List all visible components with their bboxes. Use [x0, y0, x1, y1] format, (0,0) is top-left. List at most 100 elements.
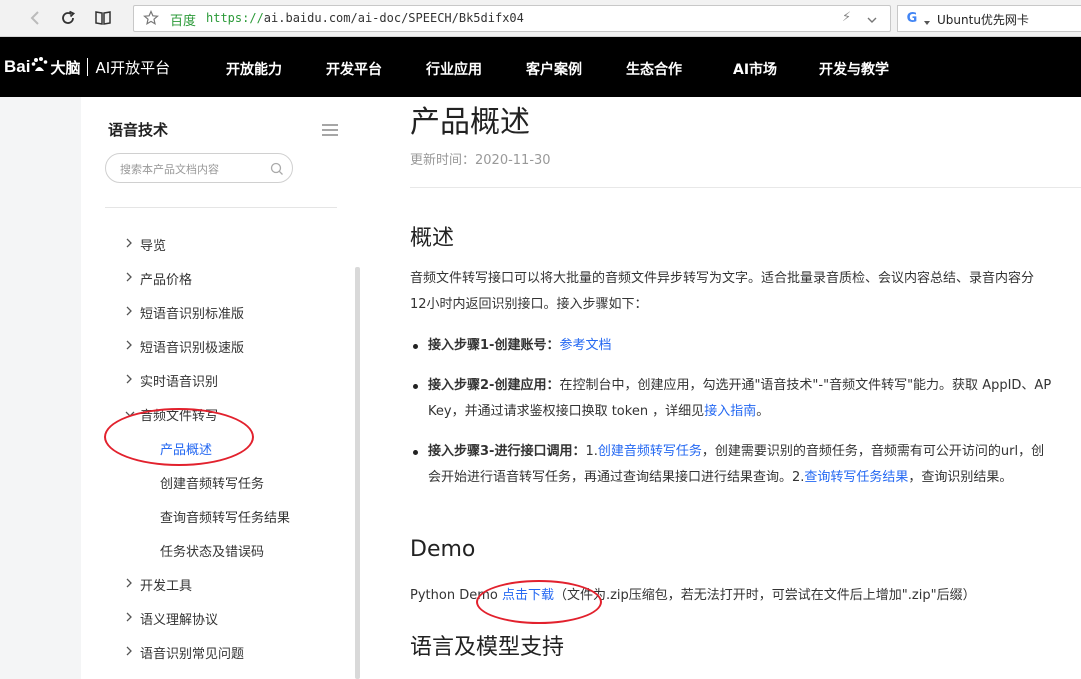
step-2-label: 接入步骤2-创建应用：: [428, 378, 560, 393]
access-guide-link[interactable]: 接入指南: [704, 404, 756, 419]
google-icon[interactable]: G: [904, 10, 920, 26]
sidebar-item-label: 查询音频转写任务结果: [160, 511, 291, 526]
sidebar-item-label: 短语音识别极速版: [140, 341, 245, 356]
sidebar-divider: [105, 207, 337, 208]
topnav-dev-platform[interactable]: 开发平台: [326, 59, 382, 79]
step-2-text-2: Key，并通过请求鉴权接口换取 token ，详细见: [428, 404, 705, 419]
sidebar-item-query-result[interactable]: 查询音频转写任务结果: [160, 507, 290, 526]
sidebar-item-label: 语音识别常见问题: [140, 647, 245, 662]
chevron-right-icon: [125, 305, 137, 320]
sidebar-item-label: 任务状态及错误码: [160, 545, 265, 560]
overview-heading: 概述: [410, 226, 455, 251]
demo-suffix: （文件为.zip压缩包，若无法打开时，可尝试在文件后上增加".zip"后缀）: [553, 588, 976, 603]
sidebar-item-label: 创建音频转写任务: [160, 477, 265, 492]
step-1-label: 接入步骤1-创建账号：: [428, 338, 560, 353]
sidebar-item-label: 语义理解协议: [140, 613, 219, 628]
bullet-dot: [413, 344, 418, 349]
doc-sidebar: 语音技术 搜索本产品文档内容 导览 产品价格 短语音识别标准版 短语音识别极速版…: [81, 97, 360, 679]
chevron-right-icon: [125, 577, 137, 592]
create-task-link[interactable]: 创建音频转写任务: [598, 444, 702, 459]
bullet-dot: [413, 450, 418, 455]
step-3-end: ，查询识别结果。: [908, 470, 1013, 485]
search-query[interactable]: Ubuntu优先网卡: [937, 11, 1029, 28]
step-3-text: ，创建需要识别的音频任务，音频需有可公开访问的url，创: [701, 444, 1045, 459]
logo-bai: Bai: [4, 57, 31, 76]
browser-toolbar: 百度 https://ai.baidu.com/ai-doc/SPEECH/Bk…: [0, 0, 1081, 37]
chevron-right-icon: [125, 339, 137, 354]
reference-doc-link[interactable]: 参考文档: [559, 338, 611, 353]
intro-line-1: 音频文件转写接口可以将大批量的音频文件异步转写为文字。适合批量录音质检、会议内容…: [410, 271, 1035, 286]
step-2-text: 在控制台中，创建应用，勾选开通"语音技术"-"音频文件转写"能力。获取 AppI…: [559, 378, 1052, 393]
sidebar-item-create-task[interactable]: 创建音频转写任务: [160, 473, 264, 492]
step-3: 接入步骤3-进行接口调用：1.创建音频转写任务，创建需要识别的音频任务，音频需有…: [428, 439, 1044, 465]
reload-icon[interactable]: [55, 6, 81, 30]
browser-search-box[interactable]: G Ubuntu优先网卡: [897, 5, 1081, 32]
annotation-circle: [476, 580, 602, 624]
update-time: 更新时间：2020-11-30: [410, 153, 551, 168]
site-brand-label: 百度: [170, 14, 197, 29]
bookmark-star-icon[interactable]: [143, 10, 159, 30]
step-1: 接入步骤1-创建账号：参考文档: [428, 333, 611, 359]
sidebar-item-label: 实时语音识别: [140, 375, 219, 390]
back-icon[interactable]: [22, 6, 48, 30]
sidebar-item-dev-tools[interactable]: 开发工具: [125, 575, 192, 594]
chevron-right-icon: [125, 645, 137, 660]
chevron-right-icon: [125, 611, 137, 626]
speed-mode-icon[interactable]: ⚡: [842, 10, 851, 25]
baidu-ai-logo[interactable]: Bai 大脑 AI开放平台: [4, 56, 170, 78]
sidebar-search-input[interactable]: 搜索本产品文档内容: [105, 153, 293, 183]
address-bar[interactable]: 百度 https://ai.baidu.com/ai-doc/SPEECH/Bk…: [133, 5, 891, 32]
sidebar-title: 语音技术: [108, 121, 169, 139]
topnav-open-capability[interactable]: 开放能力: [226, 59, 282, 79]
sidebar-item-status-codes[interactable]: 任务状态及错误码: [160, 541, 264, 560]
step-3-text-2: 会开始进行语音转写任务，再通过查询结果接口进行结果查询。2.: [428, 470, 805, 485]
language-model-heading: 语言及模型支持: [410, 635, 565, 660]
url-scheme: https://: [206, 11, 264, 25]
sidebar-item-pricing[interactable]: 产品价格: [125, 269, 192, 288]
query-result-link[interactable]: 查询转写任务结果: [804, 470, 908, 485]
sidebar-item-label: 产品价格: [140, 273, 193, 288]
step-2: 接入步骤2-创建应用：在控制台中，创建应用，勾选开通"语音技术"-"音频文件转写…: [428, 373, 1051, 399]
sidebar-search-placeholder: 搜索本产品文档内容: [120, 163, 219, 176]
title-divider: [410, 187, 1081, 188]
topnav-ecosystem[interactable]: 生态合作: [626, 59, 682, 79]
chevron-right-icon: [125, 237, 137, 252]
sidebar-item-asr-faq[interactable]: 语音识别常见问题: [125, 643, 244, 662]
search-engine-dropdown-icon[interactable]: [923, 12, 931, 31]
site-header: Bai 大脑 AI开放平台 开放能力 开发平台 行业应用 客户案例 生态合作 A…: [0, 37, 1081, 97]
bullet-dot: [413, 384, 418, 389]
topnav-dev-teaching[interactable]: 开发与教学: [819, 59, 889, 79]
page-title: 产品概述: [410, 105, 530, 140]
step-3-label: 接入步骤3-进行接口调用：: [428, 444, 586, 459]
topnav-cases[interactable]: 客户案例: [526, 59, 582, 79]
menu-icon[interactable]: [321, 122, 339, 141]
sidebar-item-short-asr-standard[interactable]: 短语音识别标准版: [125, 303, 244, 322]
search-icon[interactable]: [270, 161, 284, 180]
demo-heading: Demo: [410, 537, 476, 562]
topnav-ai-market[interactable]: AI市场: [733, 59, 777, 79]
sidebar-item-label: 导览: [140, 239, 167, 254]
doc-content: 产品概述 更新时间：2020-11-30 概述 音频文件转写接口可以将大批量的音…: [360, 97, 1081, 679]
sidebar-item-realtime-asr[interactable]: 实时语音识别: [125, 371, 218, 390]
chevron-right-icon: [125, 271, 137, 286]
step-2-end: 。: [756, 404, 770, 419]
chevron-right-icon: [125, 373, 137, 388]
logo-platform: AI开放平台: [95, 58, 171, 77]
url-path: ai.baidu.com/ai-doc/SPEECH/Bk5difx04: [263, 11, 524, 25]
sidebar-item-overview-guide[interactable]: 导览: [125, 235, 166, 254]
logo-divider: [87, 58, 89, 76]
sidebar-item-label: 开发工具: [140, 579, 193, 594]
topnav-industry[interactable]: 行业应用: [426, 59, 482, 79]
chevron-down-icon[interactable]: [866, 11, 878, 30]
step-3-prefix: 1.: [585, 444, 598, 459]
url-text[interactable]: https://ai.baidu.com/ai-doc/SPEECH/Bk5di…: [206, 11, 524, 25]
paw-icon: [31, 56, 49, 78]
intro-line-2: 12小时内返回识别接口。接入步骤如下：: [410, 297, 648, 312]
step-2-line-2: Key，并通过请求鉴权接口换取 token ，详细见接入指南。: [428, 399, 769, 425]
step-3-line-2: 会开始进行语音转写任务，再通过查询结果接口进行结果查询。2.查询转写任务结果，查…: [428, 465, 1012, 491]
sidebar-item-short-asr-fast[interactable]: 短语音识别极速版: [125, 337, 244, 356]
reader-icon[interactable]: [90, 6, 116, 30]
sidebar-item-semantic-protocol[interactable]: 语义理解协议: [125, 609, 218, 628]
sidebar-item-label: 短语音识别标准版: [140, 307, 245, 322]
annotation-circle: [104, 408, 254, 466]
